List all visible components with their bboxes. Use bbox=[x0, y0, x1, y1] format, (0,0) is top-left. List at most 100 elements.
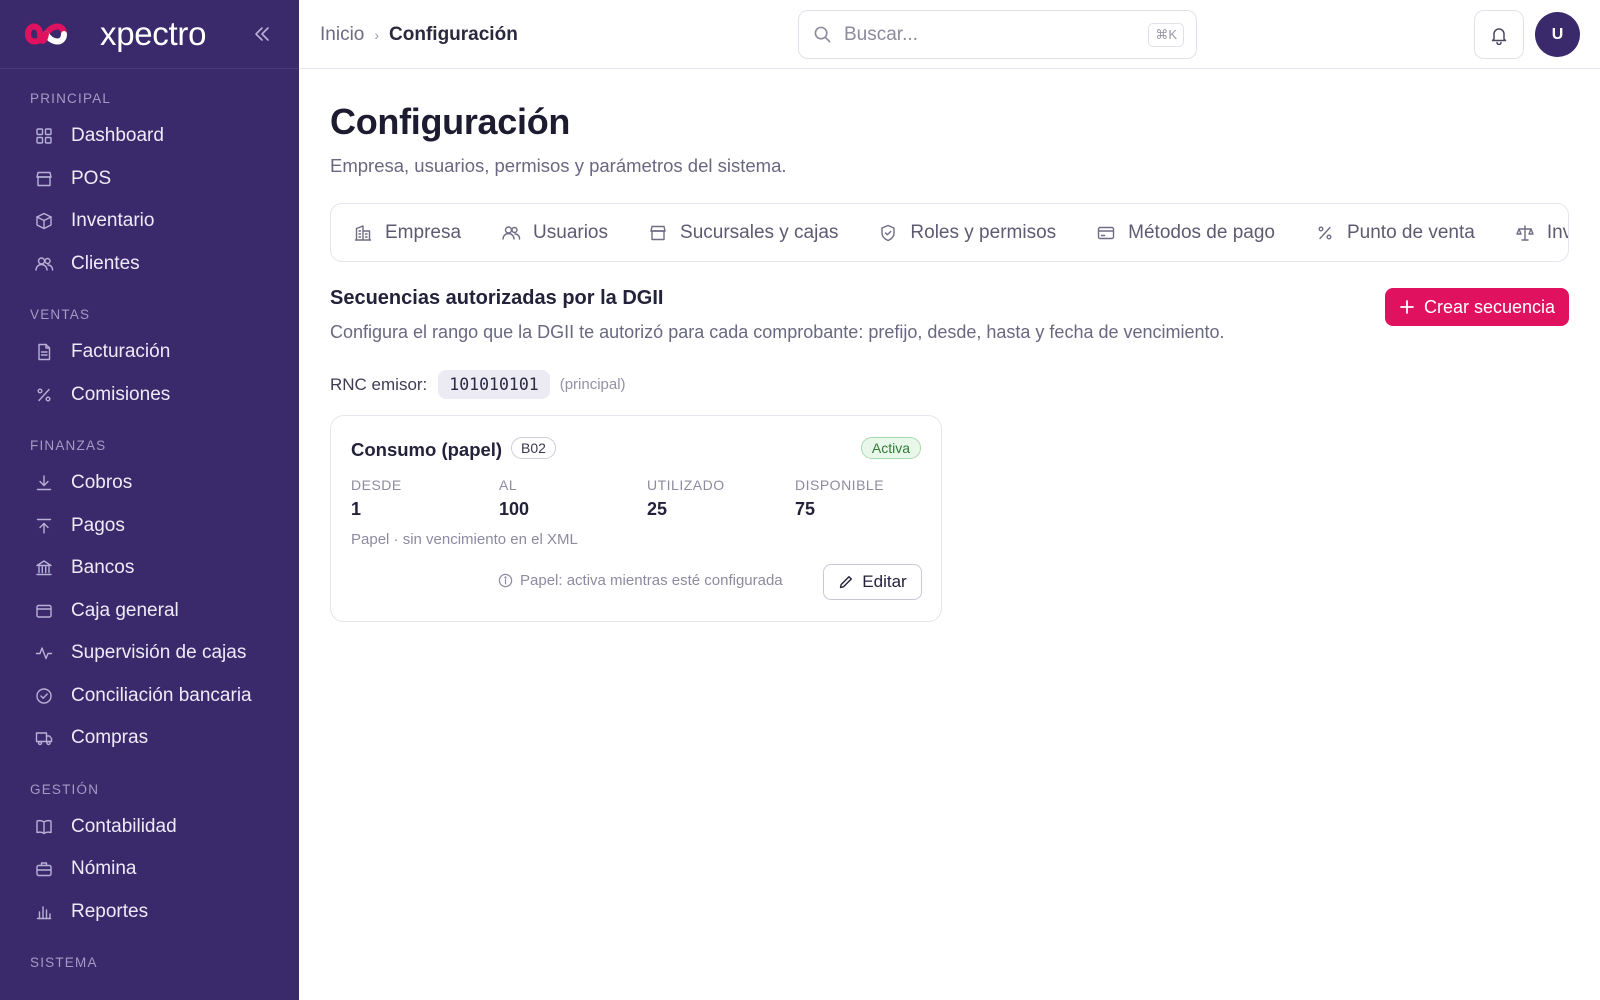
breadcrumb-home[interactable]: Inicio bbox=[320, 24, 364, 46]
sidebar-item-supervision-de-cajas[interactable]: Supervisión de cajas bbox=[0, 632, 299, 675]
users-icon bbox=[502, 225, 521, 240]
grid-icon bbox=[36, 128, 52, 144]
tab-sucursales-y-cajas[interactable]: Sucursales y cajas bbox=[628, 204, 858, 261]
tab-label: Métodos de pago bbox=[1128, 221, 1275, 243]
stat-label: DESDE bbox=[351, 477, 402, 493]
sidebar-item-contabilidad[interactable]: Contabilidad bbox=[0, 806, 299, 849]
file-icon bbox=[38, 344, 51, 361]
sidebar-item-label: Bancos bbox=[71, 557, 135, 579]
sidebar-section-label: SISTEMA bbox=[30, 955, 98, 970]
stat-value: 25 bbox=[647, 499, 668, 519]
sidebar-item-label: POS bbox=[71, 167, 112, 189]
logo[interactable]: xpectro bbox=[20, 15, 206, 53]
tab-label: Roles y permisos bbox=[910, 221, 1057, 243]
store-icon bbox=[36, 171, 52, 186]
search-input[interactable] bbox=[844, 23, 1134, 46]
tab-label: Sucursales y cajas bbox=[680, 221, 839, 243]
sidebar-item-label: Conciliación bancaria bbox=[71, 684, 252, 706]
sequence-title: Consumo (papel) bbox=[351, 439, 503, 460]
stat-label: UTILIZADO bbox=[647, 477, 725, 493]
sidebar-item-label: Supervisión de cajas bbox=[71, 642, 247, 664]
users-icon bbox=[35, 257, 54, 271]
sidebar-item-label: Cobros bbox=[71, 472, 133, 494]
tab-empresa[interactable]: Empresa bbox=[331, 204, 481, 261]
book-icon bbox=[36, 819, 52, 834]
sidebar-item-label: Dashboard bbox=[71, 125, 164, 147]
activity-icon bbox=[35, 647, 53, 660]
breadcrumb: Inicio › Configuración bbox=[320, 24, 518, 46]
sidebar-item-cobros[interactable]: Cobros bbox=[0, 462, 299, 505]
search-shortcut-badge: ⌘K bbox=[1148, 23, 1184, 47]
briefcase-icon bbox=[36, 862, 52, 877]
shield-icon bbox=[881, 224, 896, 241]
sidebar-section-label: GESTIÓN bbox=[30, 781, 100, 797]
sidebar-item-label: Nómina bbox=[71, 858, 137, 880]
sidebar-item-nomina[interactable]: Nómina bbox=[0, 848, 299, 891]
sidebar-item-label: Compras bbox=[71, 727, 149, 749]
tab-roles-y-permisos[interactable]: Roles y permisos bbox=[858, 204, 1076, 261]
main-content: Configuración Empresa, usuarios, permiso… bbox=[299, 69, 1600, 1000]
sidebar-item-label: Inventario bbox=[71, 210, 155, 232]
info-icon bbox=[498, 573, 513, 588]
topbar: Inicio › Configuración ⌘K U bbox=[299, 0, 1600, 69]
sidebar-nav: PRINCIPAL Dashboard POS Inventario Clientes V… bbox=[0, 91, 299, 973]
sidebar-header: xpectro bbox=[0, 0, 299, 69]
status-badge: Activa bbox=[860, 437, 921, 459]
tab-usuarios[interactable]: Usuarios bbox=[481, 204, 628, 261]
tab-label: Usuarios bbox=[533, 221, 609, 243]
page-subtitle: Empresa, usuarios, permisos y parámetros… bbox=[330, 155, 787, 176]
edit-sequence-button[interactable]: Editar bbox=[823, 564, 922, 600]
sidebar-item-caja-general[interactable]: Caja general bbox=[0, 590, 299, 633]
sidebar-item-dashboard[interactable]: Dashboard bbox=[0, 115, 299, 158]
create-sequence-button[interactable]: Crear secuencia bbox=[1385, 288, 1569, 326]
bar-chart-icon bbox=[36, 906, 52, 919]
chevron-right-icon: › bbox=[374, 27, 380, 43]
tab-label: Punto de venta bbox=[1346, 221, 1475, 243]
sidebar-section-label: PRINCIPAL bbox=[30, 91, 112, 106]
sidebar-item-label: Facturación bbox=[71, 341, 171, 363]
sequence-info: Papel: activa mientras esté configurada bbox=[498, 572, 783, 589]
tab-inventario[interactable]: Inventario bbox=[1495, 204, 1568, 261]
sidebar-item-bancos[interactable]: Bancos bbox=[0, 547, 299, 590]
wallet-icon bbox=[36, 604, 52, 618]
search-icon bbox=[814, 26, 831, 43]
sidebar-item-reportes[interactable]: Reportes bbox=[0, 891, 299, 934]
sidebar-section-label: VENTAS bbox=[30, 307, 91, 322]
stat-label: DISPONIBLE bbox=[795, 477, 885, 493]
stat-al: AL 100 bbox=[499, 477, 529, 520]
tab-metodos-de-pago[interactable]: Métodos de pago bbox=[1076, 204, 1295, 261]
stat-label: AL bbox=[499, 477, 518, 493]
chevrons-left-icon bbox=[255, 27, 269, 41]
stat-value: 1 bbox=[351, 499, 362, 519]
building-icon bbox=[354, 224, 372, 241]
credit-card-icon bbox=[1097, 226, 1115, 239]
section-subtitle: Configura el rango que la DGII te autori… bbox=[330, 322, 1225, 342]
sidebar-item-comisiones[interactable]: Comisiones bbox=[0, 374, 299, 417]
notifications-button[interactable] bbox=[1474, 10, 1524, 59]
sidebar-item-inventario[interactable]: Inventario bbox=[0, 200, 299, 243]
sidebar-item-compras[interactable]: Compras bbox=[0, 717, 299, 760]
sidebar-item-label: Contabilidad bbox=[71, 815, 177, 837]
sidebar-item-pagos[interactable]: Pagos bbox=[0, 505, 299, 548]
breadcrumb-current: Configuración bbox=[389, 24, 518, 45]
stat-utilizado: UTILIZADO 25 bbox=[647, 477, 725, 520]
page-title: Configuración bbox=[330, 101, 571, 142]
bell-icon bbox=[1491, 27, 1507, 45]
sidebar-item-conciliacion-bancaria[interactable]: Conciliación bancaria bbox=[0, 675, 299, 718]
percent-icon bbox=[37, 388, 51, 402]
sidebar-item-label: Clientes bbox=[71, 252, 140, 274]
stat-desde: DESDE 1 bbox=[351, 477, 402, 520]
sidebar-item-label: Pagos bbox=[71, 514, 125, 536]
sidebar-item-pos[interactable]: POS bbox=[0, 158, 299, 201]
settings-tabs: Empresa Usuarios Sucursales y cajas Roles y… bbox=[330, 203, 1569, 262]
percent-icon bbox=[1318, 225, 1332, 239]
stat-disponible: DISPONIBLE 75 bbox=[795, 477, 884, 520]
sidebar-item-label: Comisiones bbox=[71, 383, 171, 405]
collapse-sidebar-button[interactable] bbox=[250, 22, 274, 46]
user-avatar[interactable]: U bbox=[1535, 12, 1580, 57]
sidebar-item-facturacion[interactable]: Facturación bbox=[0, 331, 299, 374]
sidebar-item-clientes[interactable]: Clientes bbox=[0, 243, 299, 286]
search-box[interactable]: ⌘K bbox=[798, 10, 1197, 59]
tab-punto-de-venta[interactable]: Punto de venta bbox=[1295, 204, 1495, 261]
rnc-value: 101010101 bbox=[438, 370, 550, 399]
